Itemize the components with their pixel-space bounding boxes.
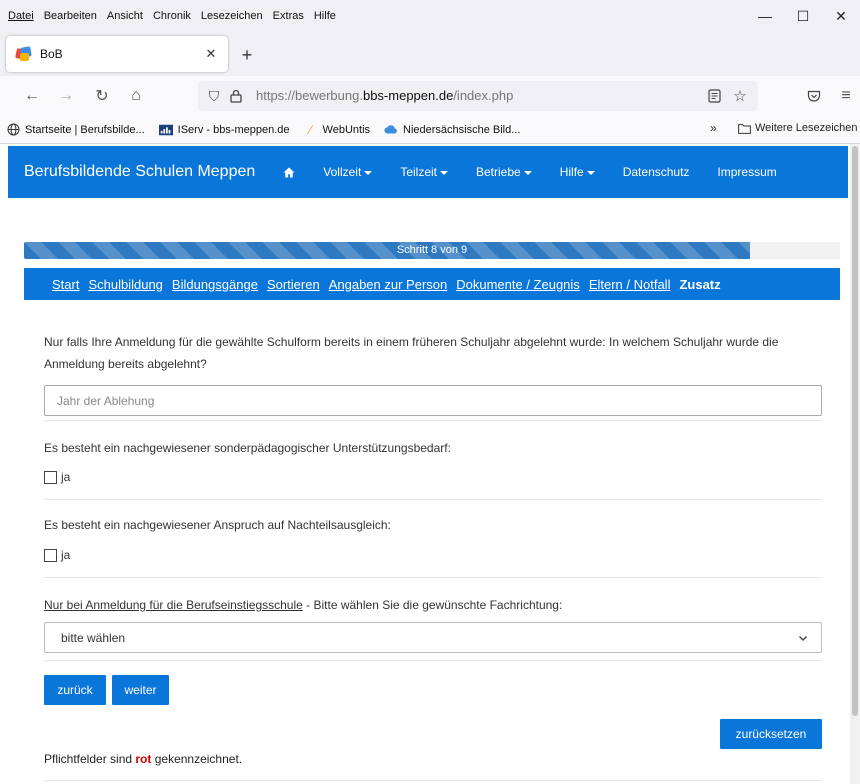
menu-bearbeiten[interactable]: Bearbeiten xyxy=(42,10,99,22)
window-controls: — ☐ ✕ xyxy=(746,0,860,32)
divider xyxy=(44,660,822,661)
navigation-bar: ← → ↻ ⌂ ⛉ https://bewerbung.bbs-meppen.d… xyxy=(0,76,860,116)
menu-chronik[interactable]: Chronik xyxy=(151,10,193,22)
bob-favicon-icon xyxy=(15,46,32,62)
more-bookmarks-folder[interactable]: Weitere Lesezeichen xyxy=(738,122,858,134)
menu-datei[interactable]: Datei xyxy=(6,10,36,22)
compensation-checkbox-label: ja xyxy=(61,548,71,562)
bookmarks-bar: Startseite | Berufsbilde... IServ - bbs-… xyxy=(0,116,860,144)
home-nav-icon[interactable] xyxy=(283,167,295,178)
compensation-checkbox[interactable] xyxy=(44,548,57,562)
reader-view-icon[interactable] xyxy=(704,86,724,106)
forward-arrow-icon[interactable]: → xyxy=(54,84,78,108)
hamburger-menu-icon[interactable]: ≡ xyxy=(834,84,858,108)
support-checkbox-label: ja xyxy=(61,470,71,484)
bookmark-webuntis[interactable]: ⁄ WebUntis xyxy=(304,122,371,137)
support-checkbox-row[interactable]: ja xyxy=(44,470,70,484)
menu-ansicht[interactable]: Ansicht xyxy=(105,10,145,22)
menu-lesezeichen[interactable]: Lesezeichen xyxy=(199,10,265,22)
caret-down-icon xyxy=(364,170,373,175)
site-navbar: Berufsbildende Schulen Meppen Vollzeit T… xyxy=(8,146,848,198)
url-bar[interactable]: ⛉ https://bewerbung.bbs-meppen.de/index.… xyxy=(198,81,758,111)
nav-hilfe[interactable]: Hilfe xyxy=(560,165,595,179)
progress-bar: Schritt 8 von 9 xyxy=(24,242,840,259)
url-text[interactable]: https://bewerbung.bbs-meppen.de/index.ph… xyxy=(256,88,513,103)
reload-icon[interactable]: ↻ xyxy=(90,84,114,108)
reset-button[interactable]: zurücksetzen xyxy=(720,719,822,749)
step-bildungsgaenge[interactable]: Bildungsgänge xyxy=(172,277,258,292)
home-icon[interactable]: ⌂ xyxy=(124,84,148,108)
shield-icon[interactable]: ⛉ xyxy=(204,86,224,106)
tab-bob[interactable]: BoB ✕ xyxy=(6,36,228,72)
cloud-icon xyxy=(384,123,398,137)
maximize-button[interactable]: ☐ xyxy=(784,0,822,32)
fachrichtung-selected-value: bitte wählen xyxy=(61,630,126,645)
bookmark-iserv[interactable]: IServ - bbs-meppen.de xyxy=(158,123,290,137)
globe-icon xyxy=(6,123,20,137)
nav-vollzeit[interactable]: Vollzeit xyxy=(323,165,373,179)
rejection-question: Nur falls Ihre Anmeldung für die gewählt… xyxy=(44,335,779,371)
webuntis-icon: ⁄ xyxy=(309,122,312,137)
iserv-icon xyxy=(158,123,173,137)
tab-bar: BoB ✕ + xyxy=(0,32,860,76)
step-dokumente-zeugnis[interactable]: Dokumente / Zeugnis xyxy=(456,277,580,292)
menu-extras[interactable]: Extras xyxy=(271,10,306,22)
divider xyxy=(44,577,822,578)
step-sortieren[interactable]: Sortieren xyxy=(267,277,320,292)
wizard-steps: Start Schulbildung Bildungsgänge Sortier… xyxy=(24,268,840,300)
pocket-icon[interactable] xyxy=(802,84,826,108)
step-schulbildung[interactable]: Schulbildung xyxy=(88,277,162,292)
divider xyxy=(44,780,822,781)
berufseinstiegsschule-link[interactable]: Nur bei Anmeldung für die Berufseinstieg… xyxy=(44,598,303,612)
fachrichtung-select[interactable]: bitte wählen xyxy=(44,622,822,653)
step-zusatz: Zusatz xyxy=(679,276,721,292)
nav-betriebe[interactable]: Betriebe xyxy=(476,165,532,179)
caret-down-icon xyxy=(440,170,448,175)
site-brand[interactable]: Berufsbildende Schulen Meppen xyxy=(24,163,255,181)
back-arrow-icon[interactable]: ← xyxy=(20,84,44,108)
support-checkbox[interactable] xyxy=(44,470,57,484)
step-start[interactable]: Start xyxy=(52,277,79,292)
divider xyxy=(44,420,822,421)
caret-down-icon xyxy=(523,170,532,175)
step-angaben-zur-person[interactable]: Angaben zur Person xyxy=(329,277,448,292)
nav-teilzeit[interactable]: Teilzeit xyxy=(400,165,448,179)
rejection-year-input[interactable] xyxy=(44,385,822,416)
support-question: Es besteht ein nachgewiesener sonderpäda… xyxy=(44,441,451,455)
nav-datenschutz[interactable]: Datenschutz xyxy=(623,165,690,179)
page-scrollbar[interactable] xyxy=(850,144,860,784)
menu-bar: Datei Bearbeiten Ansicht Chronik Lesezei… xyxy=(0,0,860,32)
minimize-button[interactable]: — xyxy=(746,0,784,32)
nav-impressum[interactable]: Impressum xyxy=(717,165,776,179)
scrollbar-thumb[interactable] xyxy=(852,146,858,716)
bookmark-star-icon[interactable]: ☆ xyxy=(730,86,750,106)
step-eltern-notfall[interactable]: Eltern / Notfall xyxy=(589,277,671,292)
progress-label: Schritt 8 von 9 xyxy=(396,244,468,256)
caret-down-icon xyxy=(586,170,595,175)
tab-close-icon[interactable]: ✕ xyxy=(200,43,222,65)
fachrichtung-question: Nur bei Anmeldung für die Berufseinstieg… xyxy=(44,598,563,612)
bookmark-niedersachsen[interactable]: Niedersächsische Bild... xyxy=(384,123,520,137)
bookmarks-overflow-icon[interactable]: » xyxy=(710,121,717,135)
lock-icon[interactable] xyxy=(226,86,246,106)
bookmark-startseite[interactable]: Startseite | Berufsbilde... xyxy=(6,123,145,137)
compensation-question: Es besteht ein nachgewiesener Anspruch a… xyxy=(44,518,391,532)
chevron-down-icon xyxy=(799,636,807,641)
menu-hilfe[interactable]: Hilfe xyxy=(312,10,338,22)
new-tab-button[interactable]: + xyxy=(236,44,258,66)
close-window-button[interactable]: ✕ xyxy=(822,0,860,32)
compensation-checkbox-row[interactable]: ja xyxy=(44,548,70,562)
tab-title: BoB xyxy=(40,47,63,61)
required-fields-note: Pflichtfelder sind rot gekennzeichnet. xyxy=(44,752,243,766)
back-button[interactable]: zurück xyxy=(44,675,106,705)
divider xyxy=(44,499,822,500)
next-button[interactable]: weiter xyxy=(112,675,169,705)
folder-icon xyxy=(738,123,751,134)
